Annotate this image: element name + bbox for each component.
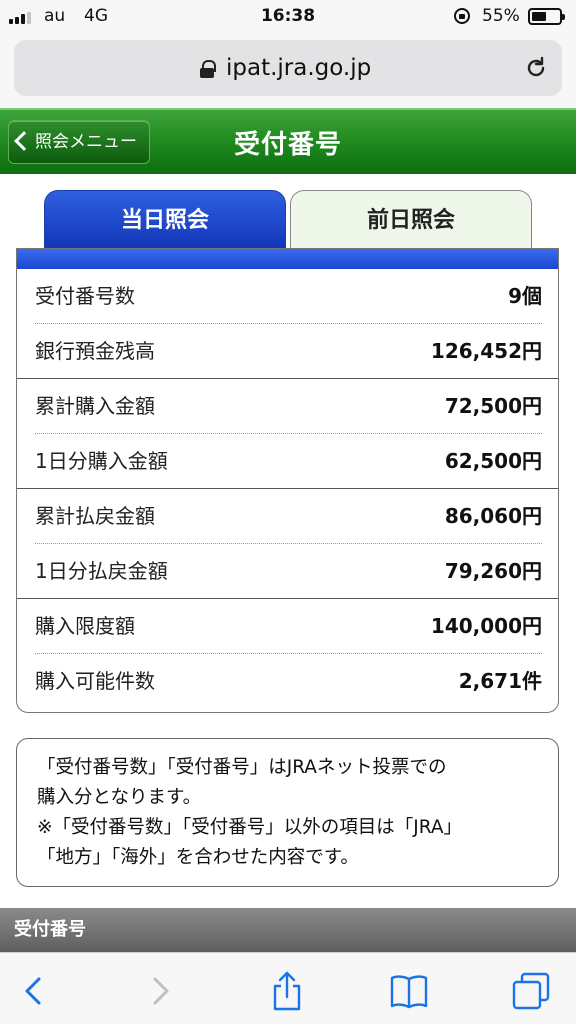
- notice-line: ※「受付番号数」「受付番号」以外の項目は「JRA」: [37, 817, 462, 838]
- panel-accent-strip: [17, 249, 558, 269]
- app-header: 照会メニュー 受付番号: [0, 108, 576, 174]
- row-value: 86,060円: [444, 504, 542, 528]
- reload-icon[interactable]: [524, 56, 548, 80]
- row-label: 1日分購入金額: [35, 449, 168, 473]
- battery-percent: 55%: [482, 6, 520, 26]
- row-label: 受付番号数: [35, 284, 135, 308]
- row-daily-purchase: 1日分購入金額 62,500円: [17, 434, 558, 489]
- tab-bar: 当日照会 前日照会: [44, 190, 532, 250]
- browser-address-area: ipat.jra.go.jp: [0, 34, 576, 108]
- row-label: 購入限度額: [35, 614, 135, 638]
- row-daily-payout: 1日分払戻金額 79,260円: [17, 544, 558, 599]
- status-bar: au 4G 16:38 55%: [0, 0, 576, 34]
- browser-toolbar: [0, 952, 576, 1024]
- page-title: 受付番号: [233, 130, 342, 160]
- battery-icon: [528, 8, 565, 25]
- row-value: 72,500円: [444, 394, 542, 418]
- row-label: 購入可能件数: [35, 669, 155, 693]
- row-value: 9個: [508, 284, 542, 308]
- account-summary-panel: 受付番号数 9個 銀行預金残高 126,452円 累計購入金額 72,500円 …: [16, 248, 559, 713]
- row-value: 62,500円: [444, 449, 542, 473]
- row-value: 79,260円: [444, 559, 542, 583]
- tab-previous-day-inquiry[interactable]: 前日照会: [290, 190, 532, 250]
- row-value: 126,452円: [430, 339, 542, 363]
- section-header: 受付番号: [0, 908, 576, 952]
- url-text[interactable]: ipat.jra.go.jp: [226, 55, 371, 81]
- battery-level: [532, 12, 547, 21]
- share-icon[interactable]: [267, 971, 307, 1011]
- bookmarks-icon[interactable]: [389, 971, 429, 1011]
- row-bank-balance: 銀行預金残高 126,452円: [17, 324, 558, 379]
- row-label: 累計購入金額: [35, 394, 155, 418]
- notice-box: 「受付番号数」「受付番号」はJRAネット投票での 購入分となります。 ※「受付番…: [16, 738, 559, 887]
- notice-line: 購入分となります。: [37, 787, 202, 808]
- row-purchase-limit: 購入限度額 140,000円: [17, 599, 558, 654]
- notice-line: 「地方」「海外」を合わせた内容です。: [37, 847, 359, 868]
- tab-today-inquiry[interactable]: 当日照会: [44, 190, 286, 250]
- row-label: 1日分払戻金額: [35, 559, 168, 583]
- tabs-icon[interactable]: [511, 971, 551, 1011]
- row-total-payout: 累計払戻金額 86,060円: [17, 489, 558, 544]
- row-value: 2,671件: [458, 669, 542, 693]
- address-bar[interactable]: ipat.jra.go.jp: [14, 40, 562, 96]
- orientation-lock-icon: [454, 8, 470, 24]
- back-icon[interactable]: [14, 971, 54, 1011]
- row-receipt-count: 受付番号数 9個: [17, 269, 558, 324]
- row-total-purchase: 累計購入金額 72,500円: [17, 379, 558, 434]
- row-value: 140,000円: [430, 614, 542, 638]
- forward-icon[interactable]: [140, 971, 180, 1011]
- row-label: 累計払戻金額: [35, 504, 155, 528]
- notice-line: 「受付番号数」「受付番号」はJRAネット投票での: [37, 757, 447, 778]
- lock-icon: [200, 60, 216, 78]
- row-label: 銀行預金残高: [35, 339, 155, 363]
- row-purchasable-count: 購入可能件数 2,671件: [17, 654, 558, 709]
